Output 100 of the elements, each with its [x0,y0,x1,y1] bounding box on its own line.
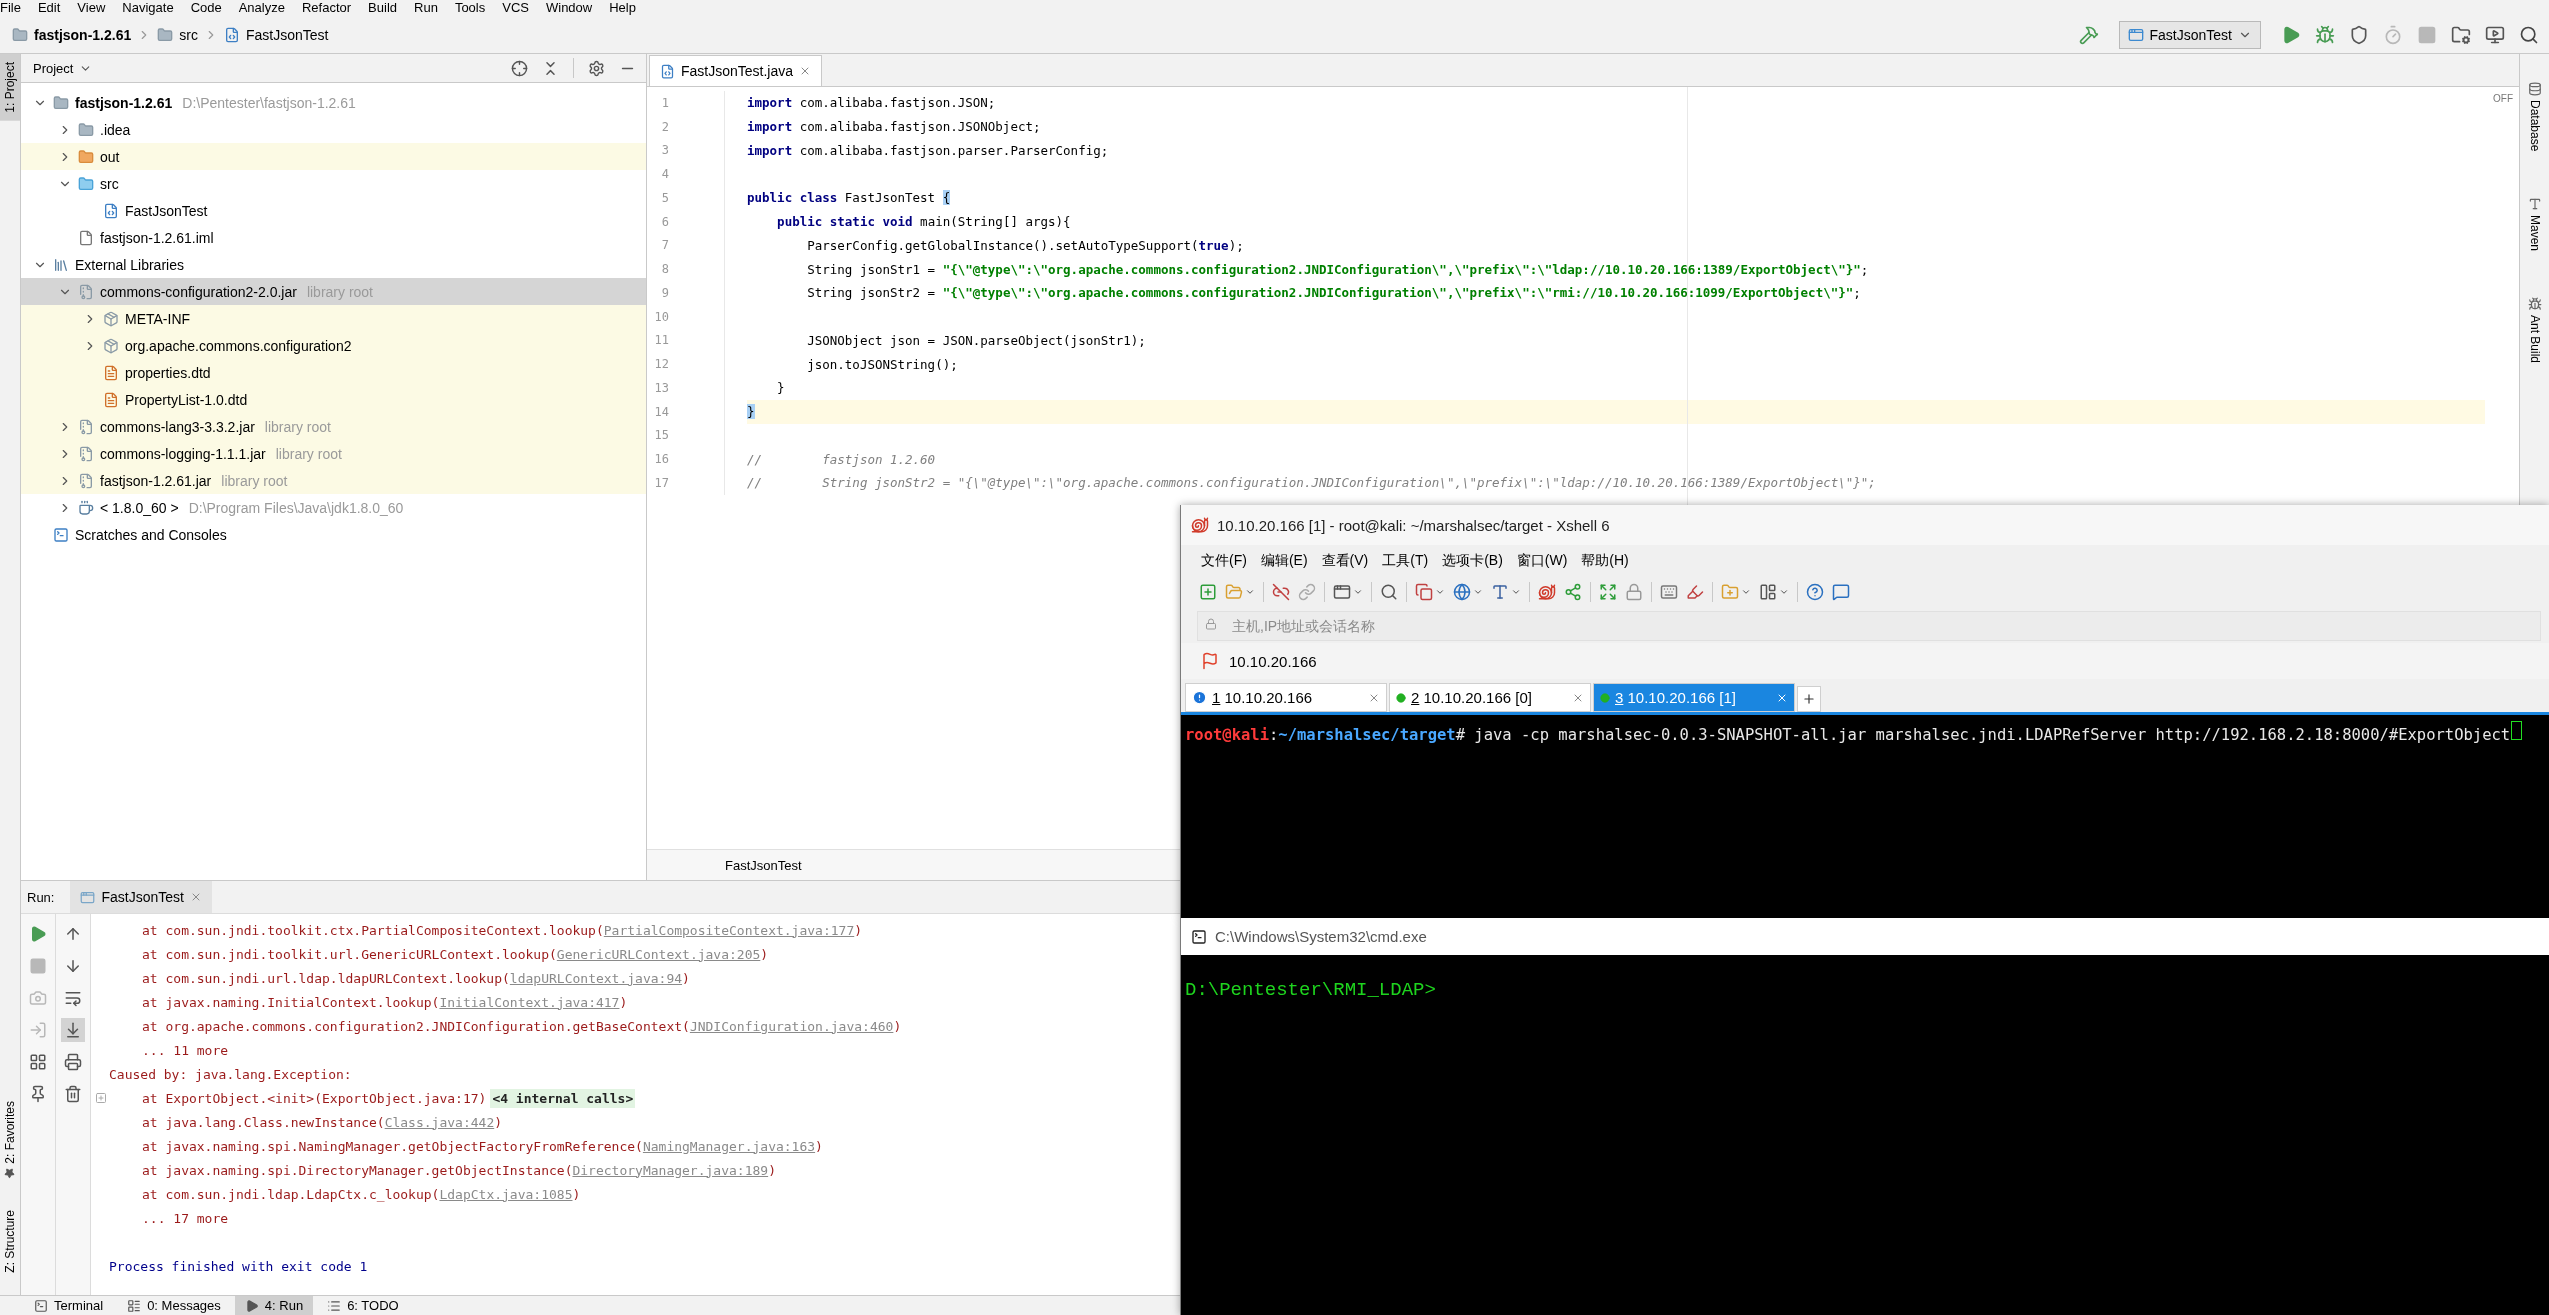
tree-item[interactable]: < 1.8.0_60 > D:\Program Files\Java\jdk1.8.0_60 [21,494,646,521]
source-link[interactable]: DirectoryManager.java:189 [572,1162,769,1178]
source-link[interactable]: Class.java:442 [384,1114,495,1130]
font-icon[interactable] [1491,583,1509,601]
source-link[interactable]: PartialCompositeContext.java:177 [603,922,855,938]
menu-item[interactable]: 查看(V) [1321,552,1369,568]
session-tab[interactable]: 2 10.10.20.166 [0] [1389,683,1591,712]
tree-item[interactable]: fastjson-1.2.61.iml [21,224,646,251]
new-session-icon[interactable] [1199,583,1217,601]
highlighter-icon[interactable] [1686,583,1704,601]
tree-item[interactable]: commons-lang3-3.3.2.jar library root [21,413,646,440]
menu-item[interactable]: Build [368,0,397,16]
session-tab[interactable]: 1 10.10.20.166 [1185,683,1387,712]
session-tab[interactable]: 3 10.10.20.166 [1] [1593,683,1795,712]
search-icon[interactable] [1380,583,1398,601]
menu-item[interactable]: 选项卡(B) [1442,552,1503,568]
menu-item[interactable]: Navigate [122,0,174,16]
tree-item[interactable]: out [21,143,646,170]
caret-icon[interactable] [1511,587,1521,597]
tree-item[interactable]: Scratches and Consoles [21,521,646,548]
source-link[interactable]: NamingManager.java:163 [642,1138,816,1154]
tool-window-tab[interactable]: 4: Run [234,1295,314,1315]
menu-item[interactable]: 工具(T) [1382,552,1429,568]
tool-window-tab[interactable]: 6: TODO [317,1295,409,1315]
fullscreen-icon[interactable] [1599,583,1617,601]
globe-icon[interactable] [1453,583,1471,601]
menu-item[interactable]: 窗口(W) [1516,552,1568,568]
breadcrumb-item[interactable]: src [179,26,198,43]
layout-icon[interactable] [29,1053,47,1071]
keyboard-icon[interactable] [1660,583,1678,601]
source-link[interactable]: InitialContext.java:417 [439,994,620,1010]
menu-item[interactable]: Analyze [238,0,285,16]
disconnect-icon[interactable] [1272,583,1290,601]
print-icon[interactable] [64,1053,82,1071]
search-icon[interactable] [2519,24,2539,45]
tool-window-tab[interactable]: Z: Structure [0,1202,20,1281]
menu-item[interactable]: 帮助(H) [1581,552,1629,568]
menu-item[interactable]: Run [414,0,438,16]
help-icon[interactable] [1806,583,1824,601]
tool-window-tab[interactable]: Ant Build [2524,289,2545,372]
caret-icon[interactable] [1435,587,1445,597]
tree-item[interactable]: org.apache.commons.configuration2 [21,332,646,359]
tree-item[interactable]: External Libraries [21,251,646,278]
address-field[interactable]: 主机,IP地址或会话名称 [1197,611,2541,641]
lock-icon[interactable] [1625,583,1643,601]
layout-icon[interactable] [1759,583,1777,601]
window-icon[interactable] [1333,583,1351,601]
plus-icon[interactable] [1802,692,1816,706]
source-link[interactable]: ldapURLContext.java:94 [509,970,683,986]
menu-item[interactable]: Refactor [301,0,352,16]
tree-item[interactable]: src [21,170,646,197]
expand-icon[interactable] [95,1092,107,1104]
source-link[interactable]: GenericURLContext.java:205 [556,946,761,962]
down-arrow-icon[interactable] [64,957,82,975]
tool-window-tab[interactable]: Database [2524,74,2545,160]
tree-item[interactable]: fastjson-1.2.61 D:\Pentester\fastjson-1.2.61 [21,89,646,116]
caret-icon[interactable] [1473,587,1483,597]
project-view-dropdown[interactable]: Project [33,60,93,76]
menu-item[interactable]: 编辑(E) [1260,552,1308,568]
pin-icon[interactable] [29,1085,47,1103]
tree-item[interactable]: META-INF [21,305,646,332]
tree-item[interactable]: PropertyList-1.0.dtd [21,386,646,413]
menu-item[interactable]: Code [190,0,222,16]
menu-item[interactable]: View [77,0,106,16]
copy-icon[interactable] [1415,583,1433,601]
transfer-icon[interactable] [1564,583,1582,601]
editor-tab[interactable]: FastJsonTest.java [649,55,823,86]
locate-icon[interactable] [511,59,528,77]
menu-item[interactable]: File [0,0,21,16]
hammer-icon[interactable] [2078,24,2099,45]
caret-icon[interactable] [1353,587,1363,597]
caret-icon[interactable] [1779,587,1789,597]
tree-item[interactable]: properties.dtd [21,359,646,386]
wrap-icon[interactable] [64,989,82,1007]
caret-icon[interactable] [1741,587,1751,597]
tool-window-tab[interactable]: Terminal [24,1295,114,1315]
folder-settings-icon[interactable] [2451,24,2471,45]
run-tab[interactable]: FastJsonTest [70,881,212,913]
tool-window-tab[interactable]: 0: Messages [117,1295,231,1315]
source-link[interactable]: LdapCtx.java:1085 [439,1186,573,1202]
new-tab-button[interactable] [1797,686,1821,712]
shield-icon[interactable] [2349,24,2369,45]
source-link[interactable]: JNDIConfiguration.java:460 [689,1018,894,1034]
tree-item[interactable]: commons-logging-1.1.1.jar library root [21,440,646,467]
run-icon[interactable] [29,925,47,943]
breadcrumb-item[interactable]: FastJsonTest [725,857,802,873]
menu-item[interactable]: Help [609,0,636,16]
menu-item[interactable]: Tools [454,0,486,16]
run-icon[interactable] [2281,24,2301,45]
tree-item[interactable]: fastjson-1.2.61.jar library root [21,467,646,494]
trash-icon[interactable] [64,1085,82,1103]
chat-icon[interactable] [1832,583,1850,601]
tree-item[interactable]: commons-configuration2-2.0.jar library root [21,278,646,305]
scroll-to-end-icon[interactable] [64,1021,82,1039]
tool-window-tab[interactable]: Maven [2524,189,2545,260]
bug-icon[interactable] [2315,24,2335,45]
tool-window-tab[interactable]: 1: Project [0,54,20,121]
menu-item[interactable]: Window [545,0,593,16]
tree-item[interactable]: .idea [21,116,646,143]
breadcrumb-item[interactable]: FastJsonTest [245,26,329,43]
